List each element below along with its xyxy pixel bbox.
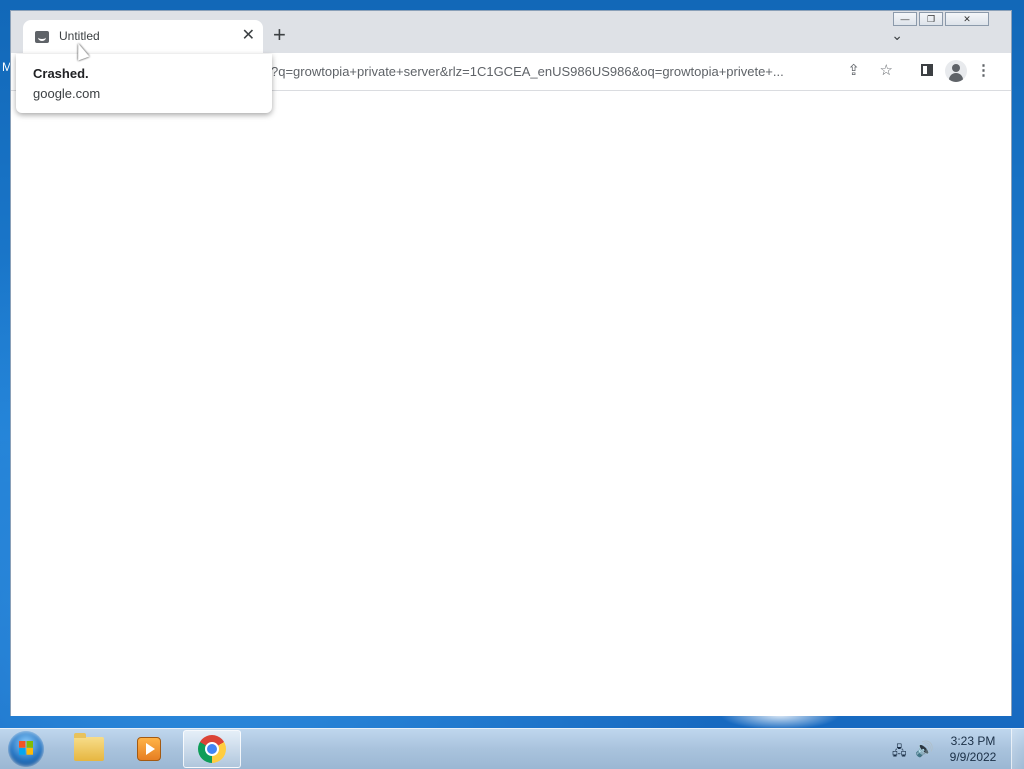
url-text[interactable]: ?q=growtopia+private+server&rlz=1C1GCEA_… <box>271 64 831 79</box>
share-icon[interactable]: ⇪ <box>847 62 860 80</box>
hover-card-domain: google.com <box>33 86 101 101</box>
taskbar: 🖧 🔊 3:23 PM 9/9/2022 <box>0 728 1024 769</box>
restore-button[interactable]: ❐ <box>919 12 943 26</box>
profile-icon[interactable] <box>945 60 967 82</box>
taskbar-explorer[interactable] <box>60 730 118 768</box>
taskbar-chrome[interactable] <box>183 730 241 768</box>
show-desktop-button[interactable] <box>1011 729 1024 769</box>
chrome-window: — ❐ ✕ Untitled ✕ + ⌄ ?q=growtopia+privat… <box>10 10 1012 716</box>
close-window-button[interactable]: ✕ <box>945 12 989 26</box>
clock-time: 3:23 PM <box>950 734 996 748</box>
sad-tab-icon <box>35 31 49 43</box>
folder-icon <box>74 733 104 761</box>
minimize-button[interactable]: — <box>893 12 917 26</box>
hover-card-title: Crashed. <box>33 66 89 81</box>
media-player-icon <box>137 737 161 761</box>
address-bar[interactable]: ?q=growtopia+private+server&rlz=1C1GCEA_… <box>251 57 831 85</box>
new-tab-button[interactable]: + <box>273 24 286 46</box>
page-content <box>11 91 1011 716</box>
side-panel-icon[interactable] <box>921 64 933 76</box>
system-clock[interactable]: 3:23 PM 9/9/2022 <box>940 733 1006 765</box>
clock-date: 9/9/2022 <box>949 750 997 764</box>
chrome-icon <box>198 735 226 763</box>
browser-tab[interactable]: Untitled ✕ <box>23 20 263 54</box>
volume-icon[interactable]: 🔊 <box>915 740 934 758</box>
menu-icon[interactable]: ⋮ <box>976 62 991 80</box>
taskbar-media-player[interactable] <box>120 730 178 768</box>
window-caption-buttons: — ❐ ✕ <box>891 12 989 26</box>
tab-title: Untitled <box>59 29 100 43</box>
network-icon[interactable]: 🖧 <box>892 742 907 764</box>
tab-close-button[interactable]: ✕ <box>242 27 255 45</box>
tab-hover-card: Crashed. google.com <box>16 54 272 113</box>
tab-search-button[interactable]: ⌄ <box>891 27 903 44</box>
start-button[interactable] <box>8 731 44 767</box>
bookmark-star-icon[interactable]: ☆ <box>880 62 893 80</box>
